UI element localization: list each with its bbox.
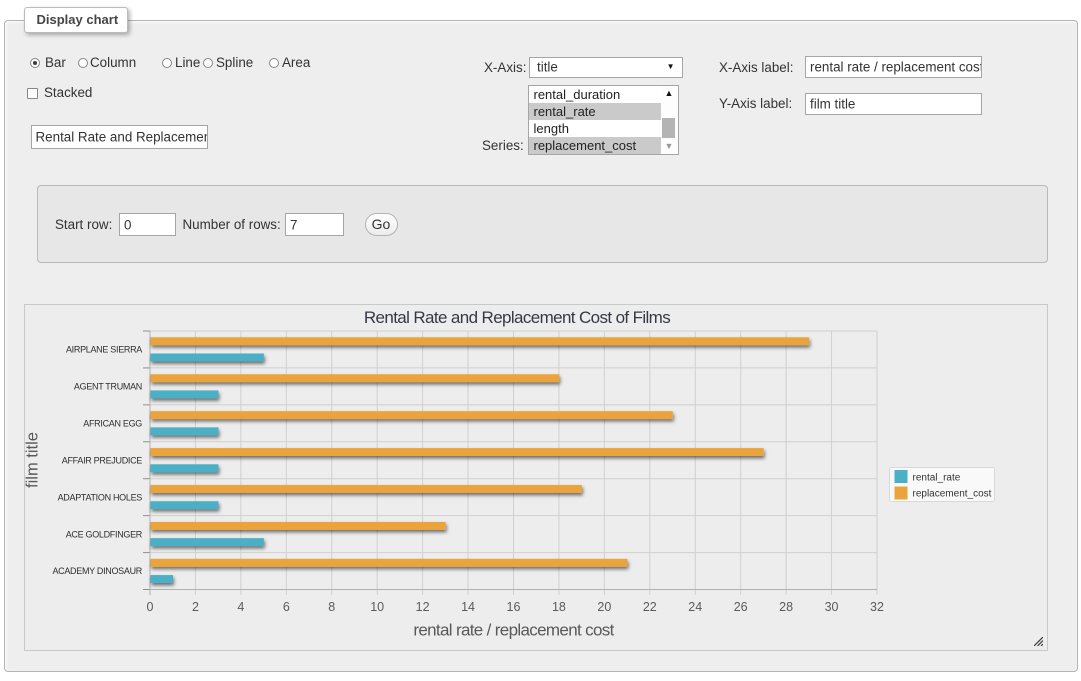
svg-text:replacement_cost: replacement_cost — [913, 489, 992, 500]
svg-text:AFFAIR PREJUDICE: AFFAIR PREJUDICE — [62, 455, 143, 465]
svg-text:ACADEMY DINOSAUR: ACADEMY DINOSAUR — [52, 566, 142, 576]
svg-text:2: 2 — [192, 600, 199, 614]
svg-text:6: 6 — [283, 600, 290, 614]
svg-text:ADAPTATION HOLES: ADAPTATION HOLES — [58, 492, 143, 502]
svg-text:8: 8 — [328, 600, 335, 614]
svg-text:AGENT TRUMAN: AGENT TRUMAN — [74, 382, 142, 392]
svg-text:rental_rate: rental_rate — [913, 473, 961, 484]
svg-text:10: 10 — [370, 600, 384, 614]
svg-text:ACE GOLDFINGER: ACE GOLDFINGER — [66, 529, 143, 539]
svg-text:24: 24 — [688, 600, 702, 614]
svg-text:AFRICAN EGG: AFRICAN EGG — [83, 419, 142, 429]
svg-text:film title: film title — [25, 432, 42, 488]
svg-text:18: 18 — [552, 600, 566, 614]
svg-text:16: 16 — [507, 600, 521, 614]
svg-text:4: 4 — [237, 600, 244, 614]
svg-text:26: 26 — [734, 600, 748, 614]
svg-text:28: 28 — [779, 600, 793, 614]
svg-text:rental rate / replacement cost: rental rate / replacement cost — [413, 621, 614, 640]
svg-text:14: 14 — [461, 600, 475, 614]
svg-text:32: 32 — [870, 600, 884, 614]
svg-text:12: 12 — [416, 600, 430, 614]
svg-text:20: 20 — [597, 600, 611, 614]
svg-text:AIRPLANE SIERRA: AIRPLANE SIERRA — [66, 345, 142, 355]
svg-text:22: 22 — [643, 600, 657, 614]
svg-text:30: 30 — [825, 600, 839, 614]
svg-text:0: 0 — [147, 600, 154, 614]
svg-text:Rental Rate and Replacement Co: Rental Rate and Replacement Cost of Film… — [364, 308, 670, 327]
